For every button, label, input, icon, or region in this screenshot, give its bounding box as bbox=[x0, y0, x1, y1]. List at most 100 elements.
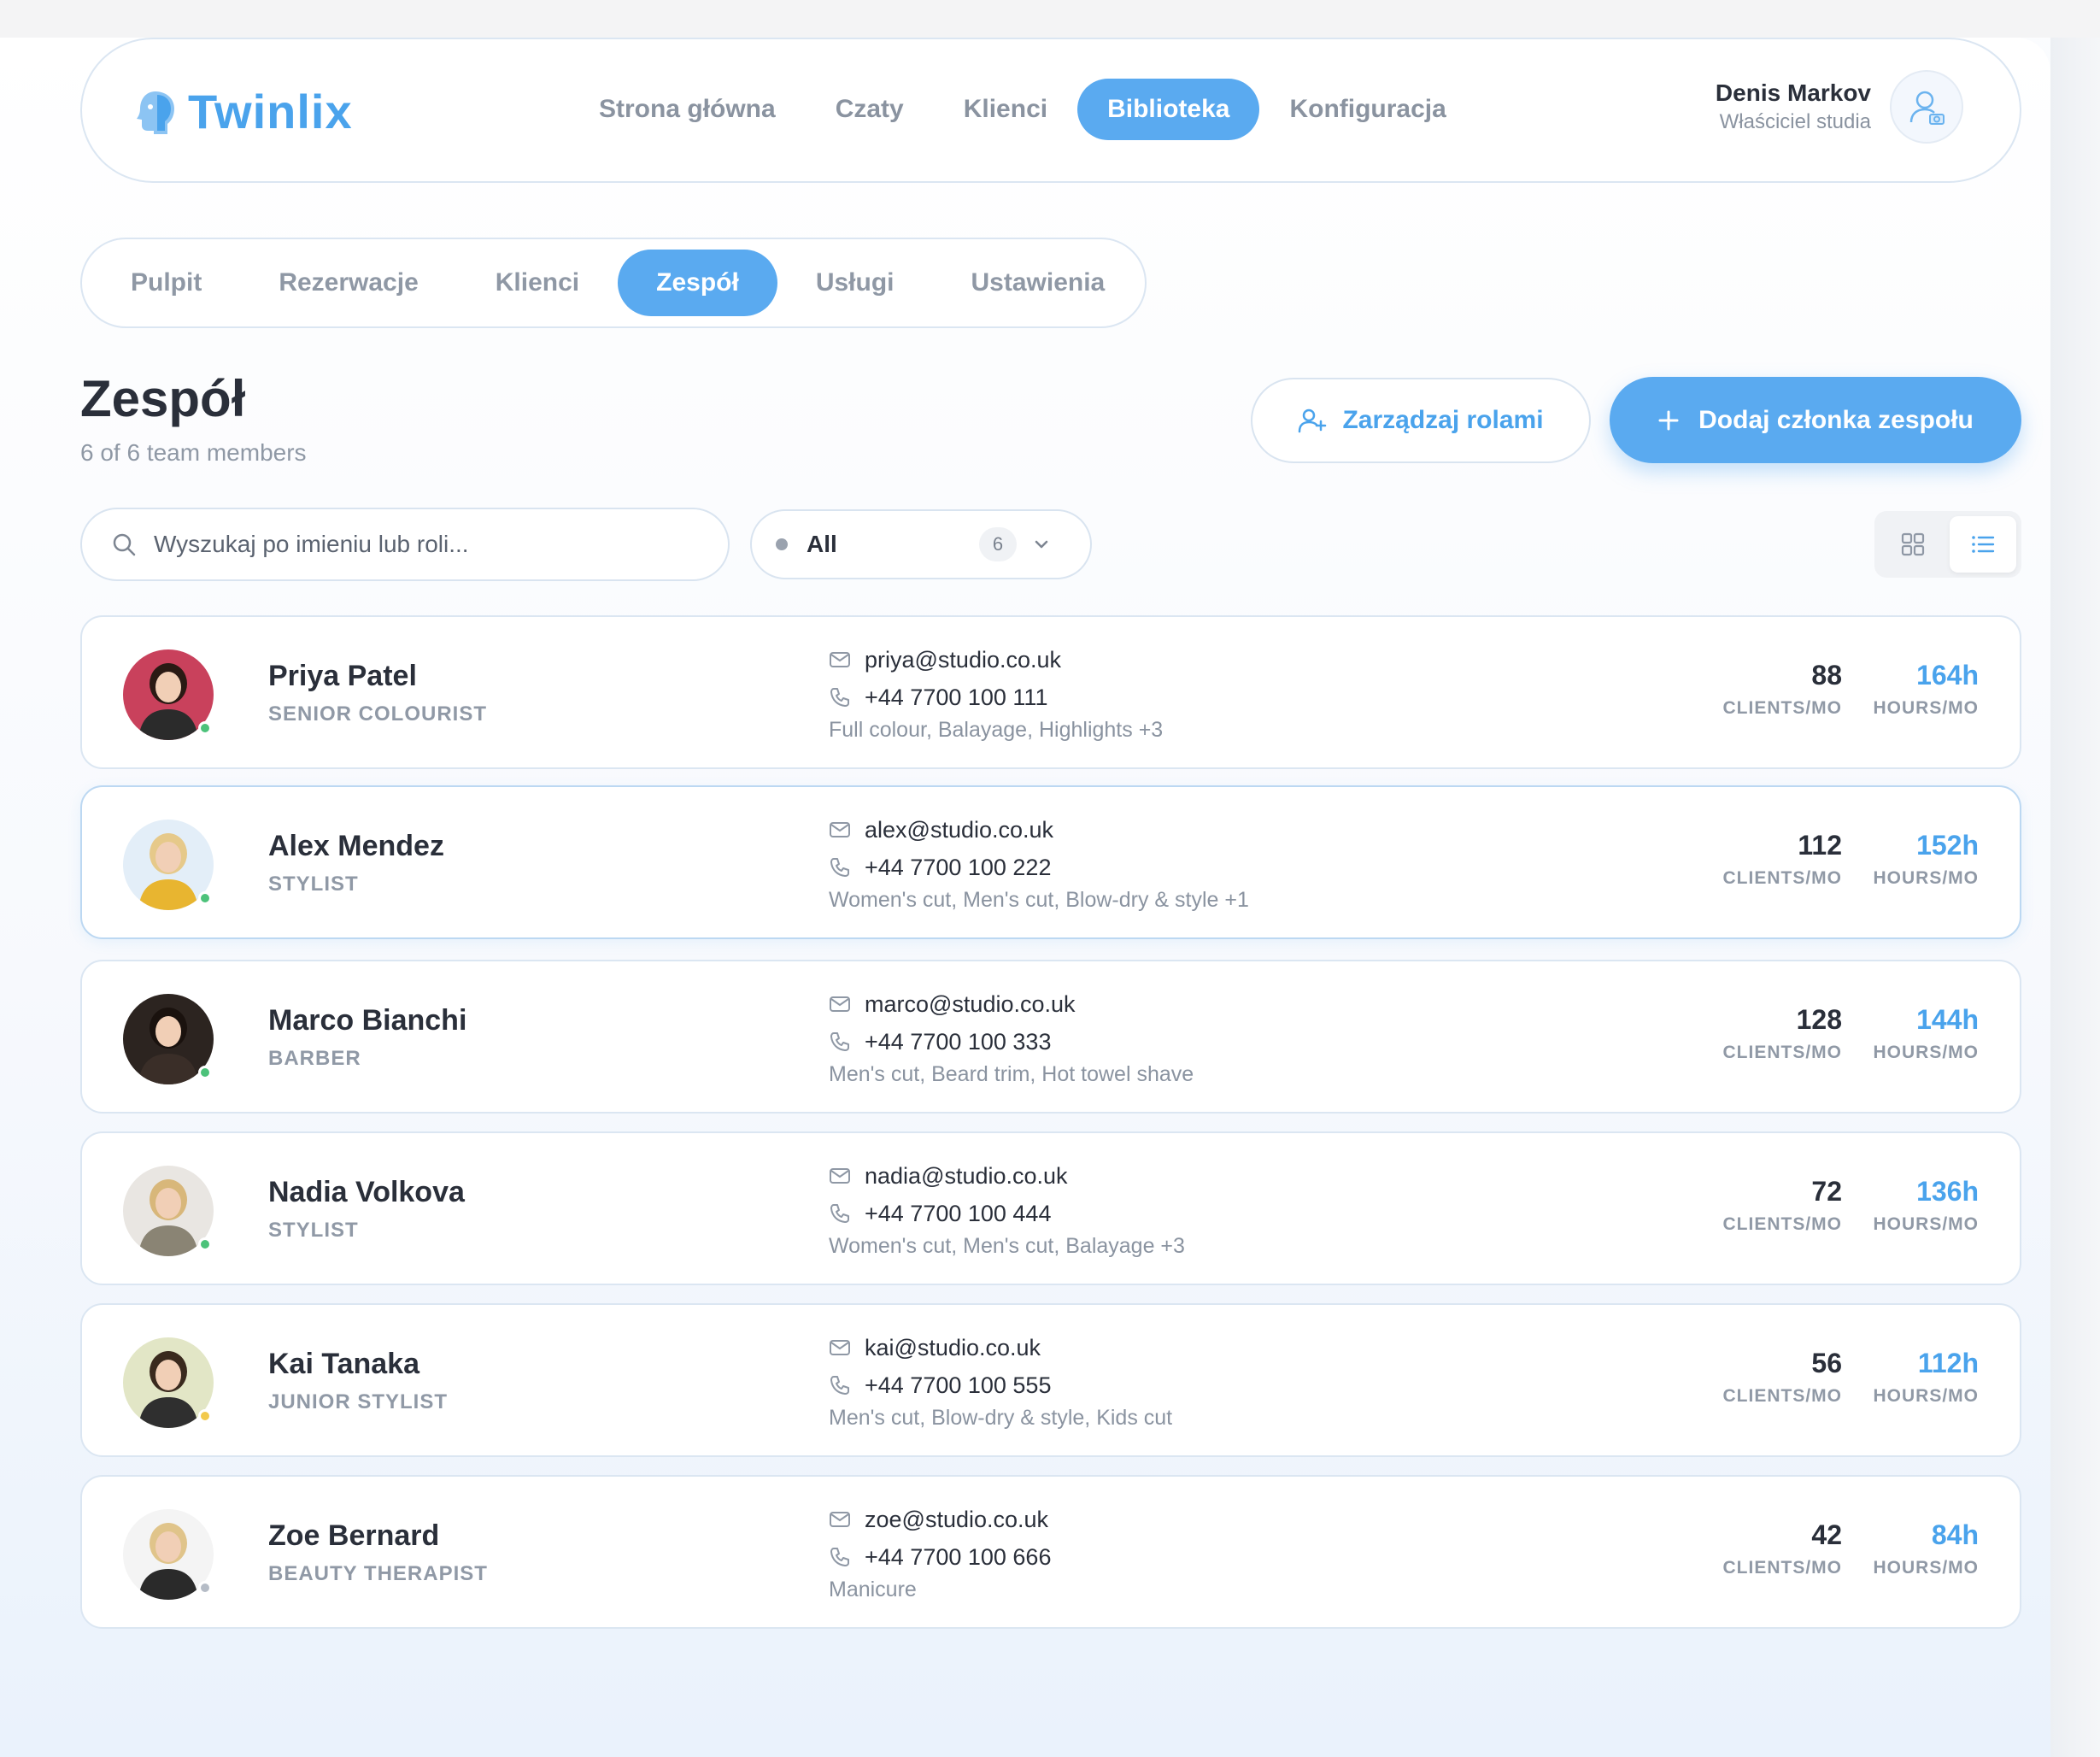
member-avatar bbox=[123, 994, 214, 1084]
grid-view-button[interactable] bbox=[1880, 516, 1946, 573]
member-services: Manicure bbox=[829, 1578, 917, 1601]
phone-icon bbox=[830, 1032, 849, 1051]
member-avatar bbox=[123, 820, 214, 910]
member-services: Full colour, Balayage, Highlights +3 bbox=[829, 718, 1164, 742]
add-member-button[interactable]: Dodaj członka zespołu bbox=[1610, 377, 2021, 463]
phone-icon bbox=[830, 1548, 849, 1566]
logo[interactable]: Twinlix bbox=[137, 84, 353, 139]
user-info: Denis Markov Właściciel studia bbox=[1716, 79, 1871, 134]
status-filter-label: All bbox=[807, 531, 837, 557]
phone-icon bbox=[830, 1376, 849, 1395]
top-header: Twinlix Strona główna Czaty Klienci Bibl… bbox=[80, 38, 2021, 183]
mail-icon bbox=[830, 1168, 850, 1184]
hours-label: HOURS/MO bbox=[1873, 1043, 1979, 1062]
search-icon bbox=[113, 533, 136, 556]
member-services: Women's cut, Men's cut, Blow-dry & style… bbox=[829, 888, 1249, 912]
window-top-strip bbox=[0, 0, 2100, 38]
hours-label: HOURS/MO bbox=[1873, 1558, 1979, 1578]
mail-icon bbox=[830, 996, 850, 1012]
nav-chats[interactable]: Czaty bbox=[806, 79, 934, 140]
member-role: BEAUTY THERAPIST bbox=[268, 1562, 488, 1585]
member-services: Men's cut, Blow-dry & style, Kids cut bbox=[829, 1406, 1173, 1430]
nav-configuration[interactable]: Konfiguracja bbox=[1259, 79, 1475, 140]
member-contact: nadia@studio.co.uk +44 7700 100 444 Wome… bbox=[829, 1157, 1185, 1259]
view-toggle bbox=[1874, 511, 2021, 578]
member-email[interactable]: zoe@studio.co.uk bbox=[865, 1507, 1048, 1533]
member-avatar bbox=[123, 1166, 214, 1256]
team-member-row-1[interactable]: Priya Patel SENIOR COLOURIST priya@studi… bbox=[80, 615, 2021, 769]
member-phone[interactable]: +44 7700 100 222 bbox=[865, 855, 1051, 881]
clients-per-month: 42 CLIENTS/MO bbox=[1723, 1519, 1843, 1578]
hours-label: HOURS/MO bbox=[1873, 868, 1979, 888]
clients-per-month: 72 CLIENTS/MO bbox=[1723, 1176, 1843, 1235]
member-email[interactable]: marco@studio.co.uk bbox=[865, 991, 1076, 1018]
team-member-row-5[interactable]: Kai Tanaka JUNIOR STYLIST kai@studio.co.… bbox=[80, 1303, 2021, 1457]
online-status-dot bbox=[198, 1409, 212, 1423]
hours-value: 112h bbox=[1917, 1348, 1979, 1378]
team-member-row-6[interactable]: Zoe Bernard BEAUTY THERAPIST zoe@studio.… bbox=[80, 1475, 2021, 1629]
status-dot bbox=[776, 538, 788, 550]
member-phone[interactable]: +44 7700 100 444 bbox=[865, 1201, 1051, 1227]
member-phone[interactable]: +44 7700 100 666 bbox=[865, 1544, 1051, 1571]
list-view-button[interactable] bbox=[1950, 516, 2016, 573]
member-name: Zoe Bernard bbox=[268, 1519, 440, 1552]
member-role: STYLIST bbox=[268, 1219, 359, 1242]
chevron-down-icon bbox=[1035, 540, 1048, 549]
hours-per-month: 84h HOURS/MO bbox=[1874, 1519, 1980, 1578]
tab-team[interactable]: Zespół bbox=[618, 250, 777, 316]
hours-value: 164h bbox=[1916, 660, 1979, 690]
clients-label: CLIENTS/MO bbox=[1722, 698, 1842, 718]
status-filter-dropdown[interactable]: All 6 bbox=[750, 509, 1092, 579]
member-phone[interactable]: +44 7700 100 555 bbox=[865, 1372, 1051, 1399]
clients-label: CLIENTS/MO bbox=[1722, 868, 1842, 888]
phone-icon bbox=[830, 858, 849, 877]
hours-per-month: 152h HOURS/MO bbox=[1874, 830, 1980, 889]
clients-value: 88 bbox=[1811, 660, 1842, 690]
hours-per-month: 112h HOURS/MO bbox=[1874, 1348, 1980, 1407]
clients-value: 112 bbox=[1798, 830, 1842, 861]
status-filter-count: 6 bbox=[979, 527, 1017, 561]
member-name: Marco Bianchi bbox=[268, 1004, 467, 1037]
member-email[interactable]: kai@studio.co.uk bbox=[865, 1335, 1041, 1361]
team-member-row-2[interactable]: Alex Mendez STYLIST alex@studio.co.uk +4… bbox=[80, 785, 2021, 939]
mail-icon bbox=[830, 822, 850, 837]
user-plus-icon bbox=[1299, 408, 1327, 433]
hours-value: 152h bbox=[1916, 830, 1979, 861]
online-status-dot bbox=[198, 1237, 212, 1251]
clients-per-month: 128 CLIENTS/MO bbox=[1723, 1004, 1843, 1063]
member-email[interactable]: alex@studio.co.uk bbox=[865, 817, 1053, 843]
member-email[interactable]: priya@studio.co.uk bbox=[865, 647, 1061, 673]
search-input[interactable] bbox=[154, 531, 666, 558]
tab-settings[interactable]: Ustawienia bbox=[933, 250, 1144, 316]
tab-bookings[interactable]: Rezerwacje bbox=[240, 250, 456, 316]
nav-home[interactable]: Strona główna bbox=[569, 79, 806, 140]
tab-dashboard[interactable]: Pulpit bbox=[92, 250, 240, 316]
add-member-label: Dodaj członka zespołu bbox=[1698, 405, 1974, 434]
phone-icon bbox=[830, 688, 849, 707]
user-menu[interactable]: Denis Markov Właściciel studia bbox=[1716, 70, 1963, 144]
online-status-dot bbox=[198, 721, 212, 735]
team-member-row-3[interactable]: Marco Bianchi BARBER marco@studio.co.uk … bbox=[80, 960, 2021, 1114]
member-name: Nadia Volkova bbox=[268, 1176, 465, 1208]
member-contact: marco@studio.co.uk +44 7700 100 333 Men'… bbox=[829, 985, 1194, 1087]
list-icon bbox=[1972, 536, 1995, 553]
member-role: SENIOR COLOURIST bbox=[268, 702, 488, 726]
member-phone[interactable]: +44 7700 100 333 bbox=[865, 1029, 1051, 1055]
member-contact: alex@studio.co.uk +44 7700 100 222 Women… bbox=[829, 811, 1249, 913]
member-email[interactable]: nadia@studio.co.uk bbox=[865, 1163, 1068, 1190]
member-phone[interactable]: +44 7700 100 111 bbox=[865, 685, 1047, 711]
nav-clients[interactable]: Klienci bbox=[934, 79, 1077, 140]
member-avatar bbox=[123, 649, 214, 740]
user-avatar[interactable] bbox=[1890, 70, 1963, 144]
main-nav: Strona główna Czaty Klienci Biblioteka K… bbox=[569, 79, 1476, 140]
tab-clients[interactable]: Klienci bbox=[457, 250, 618, 316]
tab-services[interactable]: Usługi bbox=[777, 250, 933, 316]
member-services: Men's cut, Beard trim, Hot towel shave bbox=[829, 1062, 1194, 1086]
nav-library[interactable]: Biblioteka bbox=[1077, 79, 1260, 140]
mail-icon bbox=[830, 652, 850, 667]
manage-roles-button[interactable]: Zarządzaj rolami bbox=[1251, 378, 1591, 463]
search-box[interactable] bbox=[80, 508, 730, 581]
team-member-row-4[interactable]: Nadia Volkova STYLIST nadia@studio.co.uk… bbox=[80, 1131, 2021, 1285]
member-name: Alex Mendez bbox=[268, 830, 444, 862]
member-contact: kai@studio.co.uk +44 7700 100 555 Men's … bbox=[829, 1329, 1172, 1431]
